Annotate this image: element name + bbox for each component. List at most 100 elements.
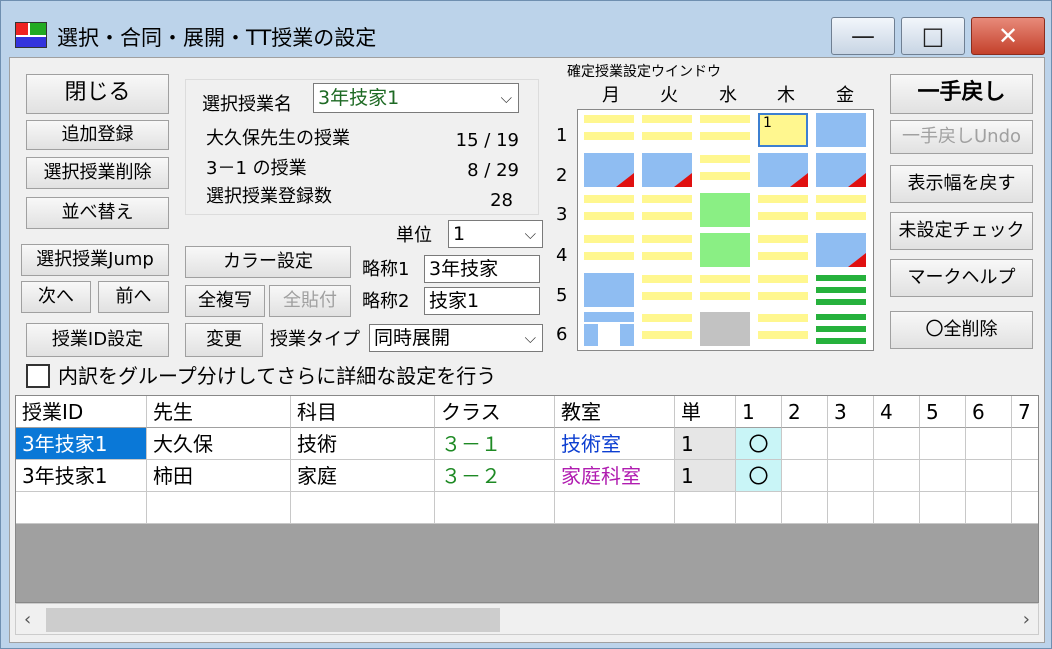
cell-subject[interactable]: 家庭 — [291, 460, 435, 492]
cell-period-1[interactable]: 〇 — [736, 428, 782, 460]
detail-grouping-checkbox[interactable] — [26, 364, 50, 388]
cell-period[interactable] — [828, 460, 874, 492]
cell-period[interactable] — [828, 428, 874, 460]
close-window-button[interactable]: ✕ — [971, 17, 1045, 55]
cell-period[interactable] — [1012, 460, 1038, 492]
cell-unit[interactable]: 1 — [675, 460, 736, 492]
grid-cell[interactable] — [642, 193, 692, 227]
reset-width-button[interactable]: 表示幅を戻す — [890, 165, 1033, 203]
cell-period[interactable] — [966, 428, 1012, 460]
column-header[interactable]: 7 — [1012, 396, 1038, 428]
grid-cell[interactable] — [816, 113, 866, 147]
grid-cell[interactable] — [584, 113, 634, 147]
empty-cell[interactable] — [874, 492, 920, 524]
copy-all-button[interactable]: 全複写 — [185, 285, 265, 317]
empty-cell[interactable] — [920, 492, 966, 524]
cell-period[interactable] — [966, 460, 1012, 492]
grid-cell[interactable] — [584, 312, 634, 346]
scroll-right-icon[interactable]: › — [1023, 608, 1030, 632]
cell-period[interactable] — [782, 428, 828, 460]
cell-unit[interactable]: 1 — [675, 428, 736, 460]
grid-cell[interactable] — [758, 312, 808, 346]
column-header[interactable]: 単 — [675, 396, 736, 428]
grid-cell[interactable] — [816, 312, 866, 346]
grid-cell[interactable] — [642, 153, 692, 187]
sort-button[interactable]: 並べ替え — [26, 197, 169, 229]
lesson-type-dropdown[interactable]: 同時展開 ⌵ — [369, 324, 543, 352]
empty-cell[interactable] — [435, 492, 555, 524]
grid-cell-selected[interactable]: 1 — [758, 113, 808, 147]
empty-cell[interactable] — [736, 492, 782, 524]
empty-cell[interactable] — [147, 492, 291, 524]
abbr1-input[interactable]: 3年技家 — [424, 255, 540, 283]
select-lesson-dropdown[interactable]: 3年技家1 ⌵ — [313, 83, 519, 113]
grid-cell[interactable] — [642, 113, 692, 147]
empty-cell[interactable] — [966, 492, 1012, 524]
unset-check-button[interactable]: 未設定チェック — [890, 212, 1033, 250]
column-header[interactable]: 教室 — [555, 396, 675, 428]
unit-dropdown[interactable]: 1 ⌵ — [448, 220, 543, 248]
grid-cell[interactable] — [700, 113, 750, 147]
grid-cell[interactable] — [758, 233, 808, 267]
cell-class[interactable]: ３－１ — [435, 428, 555, 460]
cell-period-1[interactable]: 〇 — [736, 460, 782, 492]
change-button[interactable]: 変更 — [185, 323, 263, 357]
cell-period[interactable] — [874, 428, 920, 460]
empty-cell[interactable] — [675, 492, 736, 524]
delete-selected-button[interactable]: 選択授業削除 — [26, 157, 169, 189]
next-button[interactable]: 次へ — [21, 281, 91, 313]
grid-cell[interactable] — [642, 312, 692, 346]
grid-cell[interactable] — [584, 153, 634, 187]
cell-room[interactable]: 技術室 — [555, 428, 675, 460]
column-header[interactable]: 5 — [920, 396, 966, 428]
scrollbar-thumb[interactable] — [46, 608, 500, 632]
clear-all-button[interactable]: 〇全削除 — [890, 311, 1033, 349]
empty-cell[interactable] — [555, 492, 675, 524]
grid-cell[interactable] — [758, 153, 808, 187]
cell-period[interactable] — [920, 428, 966, 460]
cell-period[interactable] — [1012, 428, 1038, 460]
column-header[interactable]: 授業ID — [16, 396, 147, 428]
grid-cell[interactable] — [816, 273, 866, 307]
cell-teacher[interactable]: 柿田 — [147, 460, 291, 492]
jump-button[interactable]: 選択授業Jump — [21, 244, 169, 276]
empty-cell[interactable] — [16, 492, 147, 524]
grid-cell[interactable] — [816, 153, 866, 187]
cell-lesson-id[interactable]: 3年技家1 — [16, 460, 147, 492]
cell-period[interactable] — [782, 460, 828, 492]
empty-cell[interactable] — [828, 492, 874, 524]
grid-cell[interactable] — [700, 193, 750, 227]
empty-cell[interactable] — [1012, 492, 1038, 524]
abbr2-input[interactable]: 技家1 — [424, 287, 540, 315]
lesson-id-setting-button[interactable]: 授業ID設定 — [26, 323, 169, 357]
grid-cell[interactable] — [642, 233, 692, 267]
cell-lesson-id[interactable]: 3年技家1 — [16, 428, 147, 460]
close-button[interactable]: 閉じる — [26, 74, 169, 114]
grid-cell[interactable] — [584, 273, 634, 307]
empty-cell[interactable] — [782, 492, 828, 524]
empty-cell[interactable] — [291, 492, 435, 524]
maximize-button[interactable]: □ — [901, 17, 965, 55]
minimize-button[interactable]: — — [831, 17, 895, 55]
paste-all-button[interactable]: 全貼付 — [269, 285, 351, 317]
column-header[interactable]: 2 — [782, 396, 828, 428]
undo-button[interactable]: 一手戻し — [890, 74, 1033, 114]
horizontal-scrollbar[interactable]: ‹ › — [15, 603, 1039, 635]
cell-room[interactable]: 家庭科室 — [555, 460, 675, 492]
grid-cell[interactable] — [758, 193, 808, 227]
grid-cell[interactable] — [816, 193, 866, 227]
grid-cell[interactable] — [700, 273, 750, 307]
mark-help-button[interactable]: マークヘルプ — [890, 259, 1033, 297]
redo-button[interactable]: 一手戻しUndo — [890, 120, 1033, 154]
column-header[interactable]: 科目 — [291, 396, 435, 428]
cell-period[interactable] — [874, 460, 920, 492]
grid-cell[interactable] — [584, 193, 634, 227]
grid-cell[interactable] — [700, 312, 750, 346]
column-header[interactable]: クラス — [435, 396, 555, 428]
confirmed-timetable-grid[interactable]: 1 — [577, 109, 874, 351]
grid-cell[interactable] — [700, 153, 750, 187]
column-header[interactable]: 4 — [874, 396, 920, 428]
column-header[interactable]: 1 — [736, 396, 782, 428]
grid-cell[interactable] — [816, 233, 866, 267]
scroll-left-icon[interactable]: ‹ — [24, 608, 31, 632]
